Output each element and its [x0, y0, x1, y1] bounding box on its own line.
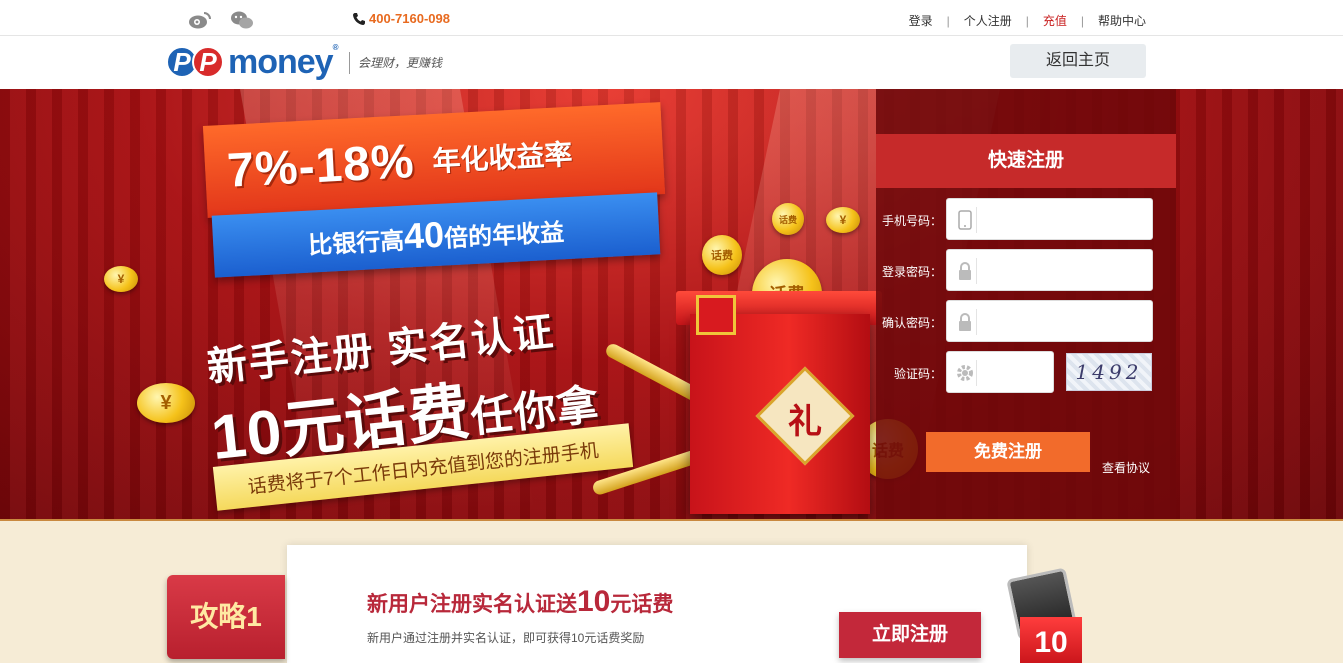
phone-label: 手机号码：	[881, 214, 942, 228]
phone-icon	[353, 12, 365, 25]
divider: |	[1025, 13, 1029, 28]
confirm-password-input[interactable]	[981, 305, 1147, 337]
promo-title-number: 10	[577, 585, 611, 618]
mobile-icon	[953, 207, 977, 233]
confirm-password-field[interactable]	[946, 300, 1153, 342]
coin-icon: ¥	[104, 266, 138, 292]
captcha-row: 验证码： 1492	[876, 351, 1176, 393]
login-link[interactable]: 登录	[909, 12, 933, 29]
promo-section: 新用户注册实名认证送10元话费 新用户通过注册并实名认证，即可获得10元话费奖励…	[0, 519, 1343, 663]
site-header: P P money® 会理财，更赚钱 返回主页	[0, 36, 1343, 89]
help-center-link[interactable]: 帮助中心	[1098, 12, 1146, 29]
phone-row: 手机号码：	[876, 198, 1176, 240]
coin-icon: 话费	[772, 203, 804, 235]
password-row: 登录密码：	[876, 249, 1176, 291]
lock-icon	[953, 258, 977, 284]
coin-icon: 话费	[702, 235, 742, 275]
password-label: 登录密码：	[881, 265, 942, 279]
top-bar: 400-7160-098 登录 | 个人注册 | 充值 | 帮助中心	[0, 0, 1343, 36]
register-title: 快速注册	[876, 134, 1176, 188]
promo-title: 新用户注册实名认证送10元话费	[367, 585, 673, 619]
password-field[interactable]	[946, 249, 1153, 291]
small-gift-icon	[696, 295, 736, 335]
rate-label: 年化收益率	[431, 138, 574, 178]
pp-logo-mark: P P	[166, 46, 224, 78]
phone-input[interactable]	[981, 203, 1147, 235]
recharge-link[interactable]: 充值	[1043, 12, 1067, 29]
password-input[interactable]	[981, 254, 1147, 286]
compare-prefix: 比银行高	[307, 227, 405, 260]
prize-badge: 10	[1020, 617, 1082, 663]
captcha-label: 验证码：	[893, 367, 942, 381]
rate-percent: 7%-18%	[225, 134, 416, 198]
confirm-password-label: 确认密码：	[881, 316, 942, 330]
ppmoney-logo[interactable]: P P money®	[166, 42, 338, 82]
strategy-tag: 攻略1	[167, 575, 285, 659]
logo-wordmark: money®	[228, 42, 338, 81]
lock-icon	[953, 309, 977, 335]
captcha-input[interactable]	[981, 356, 1049, 388]
top-links: 登录 | 个人注册 | 充值 | 帮助中心	[909, 12, 1146, 29]
compare-suffix: 倍的年收益	[443, 219, 565, 253]
hotline-number: 400-7160-098	[369, 11, 450, 26]
captcha-image[interactable]: 1492	[1066, 353, 1152, 391]
slogan: 会理财，更赚钱	[349, 52, 442, 74]
back-home-button[interactable]: 返回主页	[1010, 44, 1146, 78]
wechat-icon[interactable]	[230, 10, 254, 30]
promo-card: 新用户注册实名认证送10元话费 新用户通过注册并实名认证，即可获得10元话费奖励…	[287, 545, 1027, 663]
promo-title-suffix: 元话费	[610, 593, 674, 616]
promo-title-prefix: 新用户注册实名认证送	[367, 593, 577, 616]
confirm-password-row: 确认密码：	[876, 300, 1176, 342]
free-register-button[interactable]: 免费注册	[926, 432, 1090, 472]
register-now-button[interactable]: 立即注册	[839, 612, 981, 658]
divider: |	[1080, 13, 1084, 28]
quick-register-panel: 快速注册 手机号码： 登录密码： 确认密码： 验证码： 1492 免费注册 查看…	[876, 89, 1176, 519]
compare-number: 40	[402, 213, 446, 257]
coin-icon: ¥	[826, 207, 860, 233]
captcha-field[interactable]	[946, 351, 1054, 393]
divider: |	[946, 13, 950, 28]
weibo-icon[interactable]	[188, 10, 212, 30]
gear-icon	[953, 360, 977, 386]
gift-char: 礼	[788, 402, 822, 442]
phone-field[interactable]	[946, 198, 1153, 240]
promo-subtitle: 新用户通过注册并实名认证，即可获得10元话费奖励	[367, 631, 645, 645]
view-agreement-link[interactable]: 查看协议	[1102, 459, 1150, 476]
register-link[interactable]: 个人注册	[964, 12, 1012, 29]
coin-icon: ¥	[137, 383, 195, 423]
hotline: 400-7160-098	[352, 11, 450, 26]
